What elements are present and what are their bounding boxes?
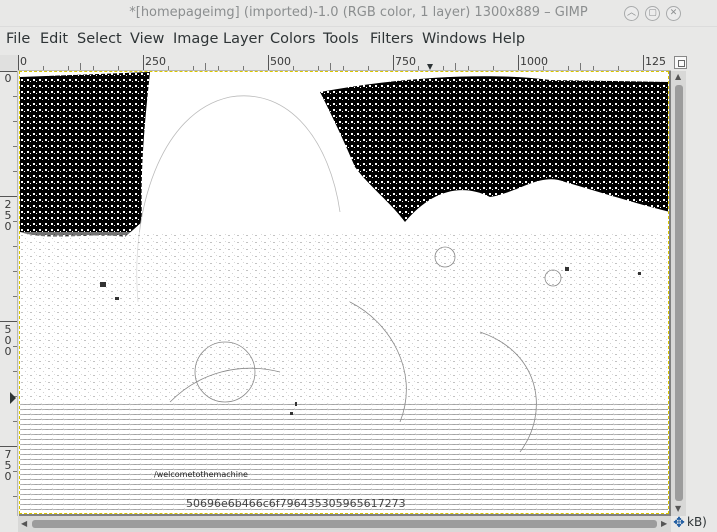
ruler-corner[interactable] (0, 55, 18, 71)
canvas-area[interactable]: /welcometothemachine 50696e6b466c6f79643… (19, 71, 671, 516)
ruler-label-750: 750 (395, 55, 416, 68)
menu-image[interactable]: Image (173, 31, 218, 47)
menu-filters[interactable]: Filters (370, 31, 413, 47)
title-bar: *[homepageimg] (imported)-1.0 (RGB color… (0, 0, 717, 27)
menu-colors[interactable]: Colors (270, 31, 315, 47)
minimize-icon[interactable]: ︿ (624, 6, 639, 21)
scroll-up-icon[interactable]: ▲ (675, 73, 681, 81)
menu-windows[interactable]: Windows (422, 31, 487, 47)
zoom-image-icon[interactable] (674, 56, 687, 69)
menu-view[interactable]: View (130, 31, 164, 47)
image-text-small: /welcometothemachine (154, 470, 248, 479)
horizontal-scroll-thumb[interactable] (32, 520, 657, 528)
scroll-left-icon[interactable]: ◀ (21, 520, 27, 528)
status-size-text: kB) (687, 515, 707, 529)
vertical-ruler[interactable]: 0 2 5 0 5 0 0 7 5 0 (0, 71, 18, 516)
vruler-label-0: 0 (4, 72, 12, 85)
navigate-icon[interactable]: ✥ (672, 516, 686, 530)
menu-edit[interactable]: Edit (40, 31, 68, 47)
menu-help[interactable]: Help (492, 31, 525, 47)
scroll-right-icon[interactable]: ▶ (661, 520, 667, 528)
vruler-label-250: 2 5 0 (4, 198, 12, 233)
vertical-scrollbar[interactable]: ▲ ▼ (671, 71, 686, 516)
image-artwork: /welcometothemachine 50696e6b466c6f79643… (20, 72, 668, 513)
menu-bar: File Edit Select View Image Layer Colors… (0, 27, 717, 53)
vertical-scroll-thumb[interactable] (675, 85, 683, 501)
window-title: *[homepageimg] (imported)-1.0 (RGB color… (129, 5, 588, 20)
ruler-label-250: 250 (145, 55, 166, 68)
vruler-label-750: 7 5 0 (4, 448, 12, 483)
ruler-label-500: 500 (270, 55, 291, 68)
vruler-label-500: 5 0 0 (4, 323, 12, 358)
menu-layer[interactable]: Layer (223, 31, 263, 47)
menu-file[interactable]: File (6, 31, 30, 47)
ruler-label-1250: 125 (645, 55, 666, 68)
scroll-down-icon[interactable]: ▼ (675, 505, 681, 513)
horizontal-scrollbar[interactable]: ◀ ▶ (18, 516, 671, 532)
image-text-hex: 50696e6b466c6f796435305965617273 (186, 497, 406, 510)
close-icon[interactable]: ✕ (666, 6, 681, 21)
menu-select[interactable]: Select (77, 31, 122, 47)
horizontal-ruler[interactable]: 0 250 500 750 1000 125 (18, 55, 671, 71)
ruler-pointer-icon (427, 64, 433, 70)
ruler-label-0: 0 (20, 55, 27, 68)
horizontal-ruler-ticks (18, 55, 644, 70)
maximize-icon[interactable]: ▢ (645, 6, 660, 21)
ruler-pointer-icon (10, 392, 16, 404)
ruler-label-1000: 1000 (520, 55, 548, 68)
image-canvas[interactable]: /welcometothemachine 50696e6b466c6f79643… (19, 71, 669, 514)
menu-tools[interactable]: Tools (323, 31, 359, 47)
